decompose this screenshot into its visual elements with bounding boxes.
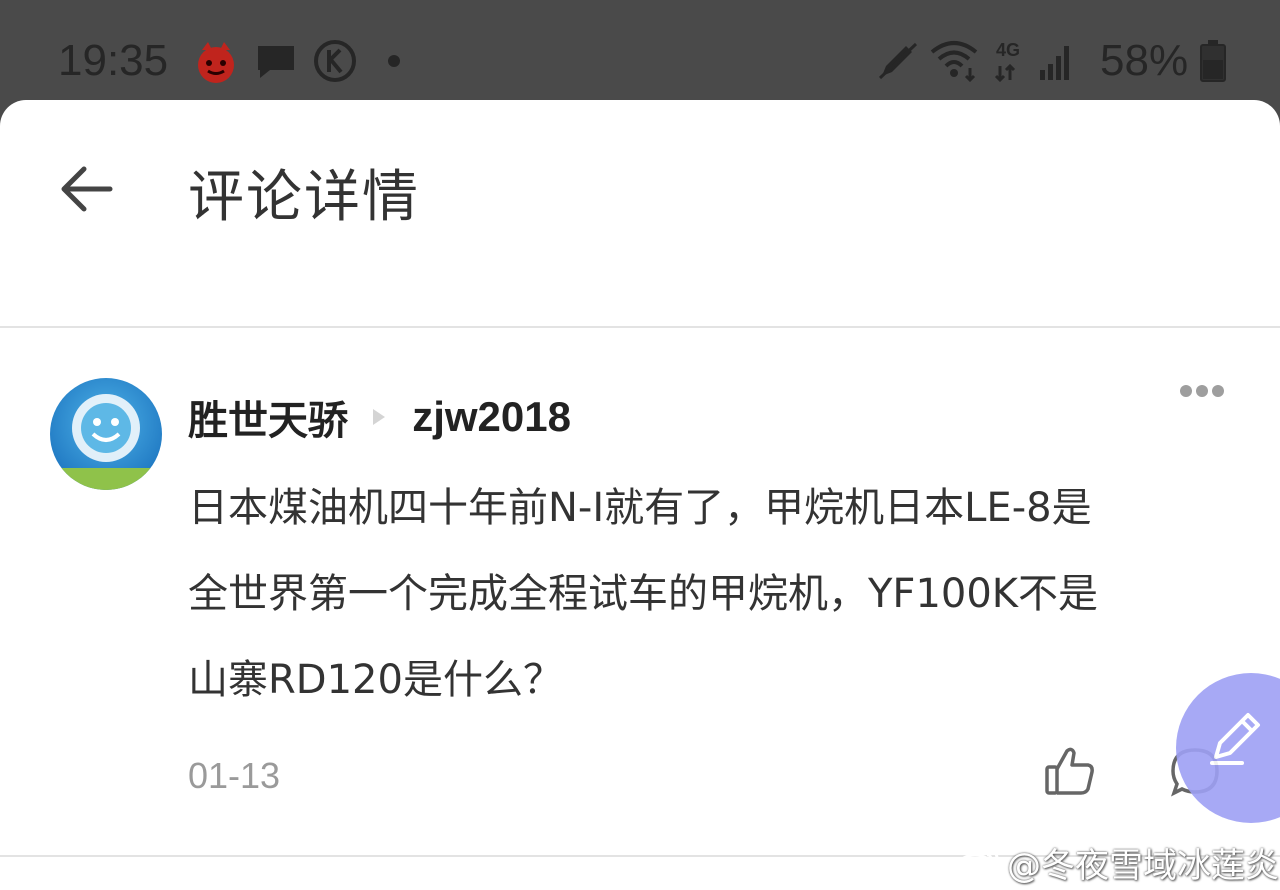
comment-date: 01-13 [188,755,281,796]
k-circle-icon [312,38,358,88]
comment-line: 全世界第一个完成全程试车的甲烷机，YF100K不是 [188,571,1099,617]
comment-text: 日本煤油机四十年前N-I就有了，甲烷机日本LE-8是 全世界第一个完成全程试车的… [188,465,1228,723]
thumbs-up-icon [1045,747,1094,795]
reply-arrow-icon [373,409,386,425]
arrow-left-icon [61,166,113,212]
pen-icon [1210,713,1260,765]
more-dot [1196,385,1208,397]
status-time: 19:35 [58,36,169,85]
author-name[interactable]: 胜世天骄 [188,388,348,446]
user-row: 胜世天骄 zjw2018 [188,388,571,444]
game-icon [192,38,240,90]
status-bar: 19:35 4G 58% [0,0,1280,110]
comment-line: 山寨RD120是什么？ [188,657,563,703]
pen-icon [876,38,920,86]
header-divider [0,326,1280,328]
more-dot [1212,385,1224,397]
comment-line: 日本煤油机四十年前N-I就有了，甲烷机日本LE-8是 [188,485,1092,531]
message-icon [254,42,298,86]
back-button[interactable] [56,160,120,218]
comment-detail-sheet: 评论详情 胜世天骄 zjw2018 日本煤油机四十年前N-I就有了，甲烷机日本L… [0,100,1280,890]
reply-target-name[interactable]: zjw2018 [412,393,571,441]
header: 评论详情 [0,100,1280,328]
battery-percent: 58% [1100,36,1189,85]
more-button[interactable] [1180,382,1232,402]
more-horizontal-icon [1180,385,1192,397]
like-button[interactable] [1042,743,1098,799]
battery-icon [1200,40,1226,86]
weibo-icon [955,845,1001,890]
wifi-icon [928,38,980,86]
avatar[interactable] [50,378,162,490]
page-title: 评论详情 [188,165,420,230]
notification-dot [388,55,400,67]
watermark-text: @冬夜雪域冰莲炎 [1007,846,1279,886]
watermark: @冬夜雪域冰莲炎 [955,838,1279,890]
